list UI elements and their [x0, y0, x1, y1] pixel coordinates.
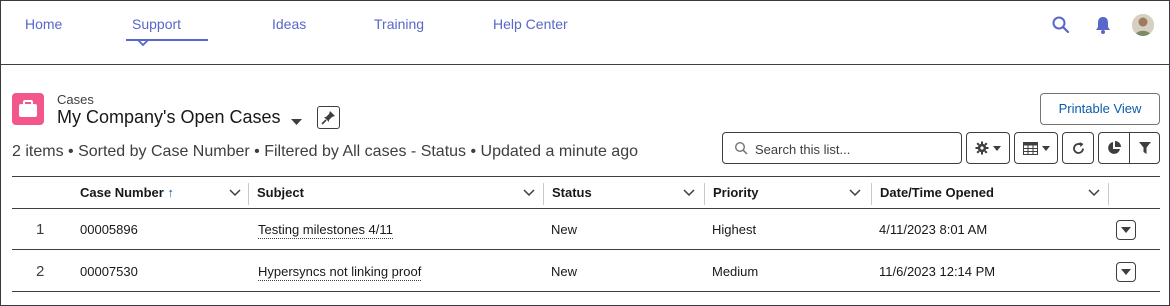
list-settings-button[interactable]	[966, 132, 1010, 164]
nav-item-label: Training	[374, 16, 425, 32]
row-number: 2	[36, 263, 45, 280]
priority-cell: Medium	[712, 264, 759, 279]
chevron-down-icon[interactable]	[1088, 188, 1100, 198]
chevron-down-icon[interactable]	[683, 188, 695, 198]
list-subtitle: 2 items • Sorted by Case Number • Filter…	[12, 143, 638, 160]
printable-view-button[interactable]: Printable View	[1040, 93, 1160, 125]
subject-cell: Hypersyncs not linking proof	[258, 251, 422, 292]
column-header-date-opened[interactable]: Date/Time Opened	[872, 177, 1108, 209]
column-header-subject[interactable]: Subject	[249, 177, 543, 209]
search-box[interactable]	[722, 132, 962, 164]
subject-cell: Testing milestones 4/11	[258, 209, 393, 250]
refresh-button[interactable]	[1062, 132, 1094, 164]
column-label: Date/Time Opened	[880, 185, 994, 200]
avatar[interactable]	[1132, 14, 1154, 36]
pin-button[interactable]	[317, 106, 340, 129]
chevron-down-icon	[1121, 269, 1131, 275]
column-label: Subject	[257, 185, 304, 200]
table-header: Case Number ↑ Subject Status Priority Da…	[12, 176, 1160, 209]
gear-icon	[975, 141, 989, 155]
column-header-case-number[interactable]: Case Number ↑	[72, 177, 248, 209]
chart-button[interactable]	[1099, 133, 1129, 163]
column-label: Case Number ↑	[80, 185, 174, 200]
nav-item-training[interactable]: Training	[374, 15, 424, 41]
object-label: Cases	[57, 92, 94, 107]
column-header-priority[interactable]: Priority	[705, 177, 871, 209]
status-cell: New	[551, 222, 578, 237]
chevron-down-icon[interactable]	[849, 188, 861, 198]
chevron-down-icon	[993, 146, 1001, 151]
subject-link[interactable]: Testing milestones 4/11	[258, 222, 393, 239]
column-label: Priority	[713, 185, 759, 200]
row-number: 1	[36, 221, 45, 238]
search-icon[interactable]	[1051, 15, 1071, 35]
row-actions-button[interactable]	[1116, 220, 1136, 240]
app-window: Home Support Ideas Training Help Center …	[0, 0, 1170, 306]
chart-icon	[1108, 141, 1121, 154]
nav-item-label: Home	[25, 16, 63, 32]
display-as-button[interactable]	[1014, 132, 1058, 164]
nav-item-label: Support	[132, 16, 182, 32]
nav-item-ideas[interactable]: Ideas	[272, 15, 306, 41]
column-label: Status	[552, 185, 592, 200]
nav-item-label: Ideas	[272, 16, 307, 32]
pin-icon	[318, 111, 339, 132]
date-opened-cell: 4/11/2023 8:01 AM	[879, 222, 988, 237]
top-nav: Home Support Ideas Training Help Center	[1, 1, 1169, 65]
filter-icon	[1139, 142, 1151, 154]
chevron-down-icon	[1042, 146, 1050, 151]
case-number-cell[interactable]: 00007530	[80, 251, 138, 292]
column-header-status[interactable]: Status	[544, 177, 704, 209]
chevron-down-icon	[1121, 227, 1131, 233]
table-icon	[1023, 142, 1038, 155]
column-divider	[1108, 183, 1109, 205]
sort-ascending-icon: ↑	[167, 185, 174, 200]
nav-item-help-center[interactable]: Help Center	[493, 15, 568, 41]
search-input[interactable]	[755, 139, 955, 159]
chevron-down-icon[interactable]	[523, 188, 535, 198]
table-row: 1 00005896 Testing milestones 4/11 New H…	[12, 209, 1160, 250]
date-opened-cell: 11/6/2023 12:14 PM	[879, 264, 996, 279]
filter-button[interactable]	[1130, 133, 1160, 163]
cases-icon	[12, 93, 44, 125]
nav-item-home[interactable]: Home	[25, 15, 62, 41]
list-view-title[interactable]: My Company's Open Cases	[57, 107, 281, 128]
case-number-cell[interactable]: 00005896	[80, 209, 138, 250]
nav-item-support[interactable]: Support	[126, 15, 208, 47]
bell-icon[interactable]	[1093, 15, 1113, 35]
nav-item-label: Help Center	[493, 16, 568, 32]
chevron-down-icon	[136, 34, 150, 52]
chart-filter-group	[1098, 132, 1160, 164]
subject-link[interactable]: Hypersyncs not linking proof	[258, 264, 422, 281]
table-row: 2 00007530 Hypersyncs not linking proof …	[12, 251, 1160, 292]
chevron-down-icon[interactable]	[229, 188, 241, 198]
search-icon	[734, 141, 748, 155]
status-cell: New	[551, 264, 578, 279]
priority-cell: Highest	[712, 222, 757, 237]
refresh-icon	[1073, 142, 1084, 154]
row-actions-button[interactable]	[1116, 262, 1136, 282]
chevron-down-icon[interactable]	[290, 114, 303, 125]
